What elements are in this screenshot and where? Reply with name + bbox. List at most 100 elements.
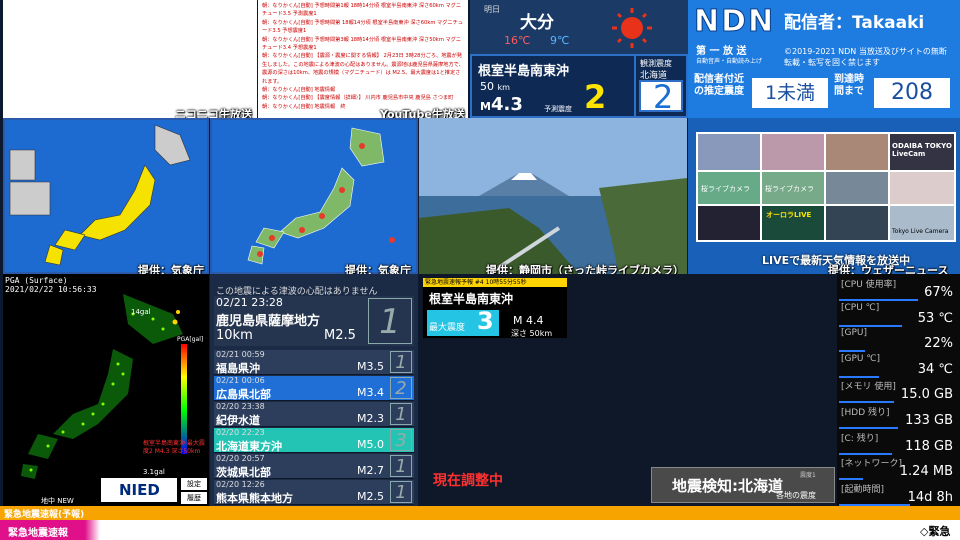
japan-map-green (212, 120, 416, 272)
chat-log: 朝：なりかくん[自動] 予想時間第1報 18時14分頃 根室半島南東沖 深さ60… (258, 0, 468, 118)
pga-top-gal: 14gal (131, 308, 151, 316)
ticker-tab: 緊急地震速報 (8, 528, 68, 539)
quake-row[interactable]: 02/20 12:26 熊本県熊本地方 M2.5 1 (214, 480, 414, 505)
quake-date: 02/20 12:26 (216, 480, 265, 489)
news-tile-3[interactable] (826, 134, 888, 170)
quake-place: 福島県沖 (216, 362, 260, 375)
latest-date: 02/21 23:28 (216, 296, 283, 309)
ndn-tagline: 自動音声・自動読み上げ (696, 58, 763, 65)
news-tile-aurora[interactable]: オーロラLIVE (762, 206, 824, 240)
settings-button[interactable]: 設定 (181, 478, 207, 490)
news-tile-2[interactable] (762, 134, 824, 170)
eew-mag-line: M4.3 (480, 94, 523, 115)
stat-row: [起動時間] 14d 8h (839, 481, 957, 506)
chat-line: 朝：なりかくん[自動] 予想時間第1報 18時14分頃 根室半島南東沖 深さ60… (262, 3, 462, 18)
quake-row[interactable]: 02/20 23:38 紀伊水道 M2.3 1 (214, 402, 414, 427)
eew-summary-panel: 根室半島南東沖 50 km M4.3 予測震度 2 観測震度 北海道 2 (470, 54, 688, 118)
stat-label: [C: 残り] (841, 433, 879, 444)
news-tile-tokyo[interactable]: Tokyo Live Camera (890, 206, 954, 240)
arrival-value: 208 (874, 78, 950, 108)
news-tile-sakura-1-label: 桜ライブカメラ (701, 185, 750, 193)
stat-row: [CPU 使用率] 67% (839, 276, 957, 302)
chat-line: 朝：なりかくん[自動] 予想時間第3報 18時14分頃 根室半島南東沖 深さ50… (262, 36, 462, 52)
eew-max-value: 3 (477, 307, 494, 335)
weather-city: 大分 (520, 13, 554, 33)
latest-mag: M2.5 (324, 328, 356, 343)
stat-label: [HDD 残り] (841, 408, 890, 418)
estimated-intensity-label: 配信者付近の推定震度 (694, 74, 744, 97)
eew-pred-label: 予測震度 (544, 105, 572, 113)
quake-row[interactable]: 02/20 22:23 北海道東方沖 M5.0 3 (214, 428, 414, 453)
eew-region: 根室半島南東沖 (478, 64, 570, 79)
news-tile-6[interactable] (890, 172, 954, 204)
sun-icon (612, 8, 652, 48)
eew-card: 緊急地震速報予報 #4 10時55分55秒 根室半島南東沖 最大震度 3 M 4… (423, 278, 567, 338)
stat-value: 14d 8h (907, 489, 953, 505)
pga-bottom-gal: 3.1gal (143, 468, 165, 476)
stat-value: 67% (924, 285, 953, 300)
quake-row[interactable]: 02/21 00:06 広島県北部 M3.4 2 (214, 376, 414, 401)
quake-mag: M2.3 (357, 412, 384, 425)
news-tile-aurora-label: オーロラLIVE (766, 211, 812, 219)
detect-sub: 各地の震度 (776, 491, 816, 500)
news-tile-tokyo-label: Tokyo Live Camera (892, 228, 949, 235)
news-tile-odaiba[interactable]: ODAIBA TOKYO LiveCam (890, 134, 954, 170)
eew-card-mag: M 4.4 (513, 314, 544, 327)
quake-mag: M3.5 (357, 360, 384, 373)
copyright-text: ©2019-2021 NDN 当放送及びサイトの無断転載・転写を固く禁じます (784, 47, 947, 67)
quake-place: 紀伊水道 (216, 414, 260, 427)
stat-row: [GPU ℃] 34 ℃ (839, 353, 957, 379)
ndn-subtitle: 第 一 放 送 (696, 46, 747, 57)
news-tile-sakura-1[interactable]: 桜ライブカメラ (698, 172, 760, 204)
nied-logo: NIED (101, 478, 177, 502)
quake-place: 北海道東方沖 (216, 440, 282, 453)
news-tile-sakura-2[interactable]: 桜ライブカメラ (762, 172, 824, 204)
quake-place: 広島県北部 (216, 388, 271, 401)
live-camera-view (419, 118, 687, 274)
stat-value: 53 ℃ (917, 310, 953, 326)
system-stats-panel: [CPU 使用率] 67% [CPU ℃] 53 ℃ [GPU] 22% [GPU ℃] 34… (837, 274, 960, 506)
news-tile-5[interactable] (826, 172, 888, 204)
quake-shindo: 1 (390, 481, 412, 503)
quake-mag: M2.7 (357, 464, 384, 477)
quake-row[interactable]: 02/21 00:59 福島県沖 M3.5 1 (214, 350, 414, 375)
news-tile-7[interactable] (698, 206, 760, 240)
ticker-tab-bg: 緊急地震速報 (0, 520, 100, 540)
news-tile-1[interactable] (698, 134, 760, 170)
stat-label: [GPU ℃] (841, 353, 880, 364)
latest-quake-card: 02/21 23:28 鹿児島県薩摩地方 10km M2.5 1 (214, 296, 414, 346)
eew-depth-line: 50 km (480, 80, 510, 93)
news-tile-sakura-2-label: 桜ライブカメラ (765, 185, 814, 193)
quake-date: 02/20 23:38 (216, 402, 265, 411)
stat-value: 1.24 MB (899, 464, 953, 480)
news-tile-grid: ODAIBA TOKYO LiveCam 桜ライブカメラ 桜ライブカメラ オーロ… (696, 132, 956, 242)
weather-panel: 明日 大分 16℃ 9℃ (470, 0, 688, 54)
stat-label: [CPU 使用率] (841, 280, 897, 290)
quake-place: 熊本県熊本地方 (216, 492, 293, 505)
eew-max-label: 最大震度 (429, 323, 466, 333)
nied-logo-text: NIED (119, 481, 160, 499)
stat-value: 34 ℃ (917, 361, 953, 377)
eew-card-region: 根室半島南東沖 (429, 292, 514, 306)
eew-status-bar: 緊急地震速報(予報) (0, 506, 960, 520)
quake-row[interactable]: 02/20 20:57 茨城県北部 M2.7 1 (214, 454, 414, 479)
latest-depth: 10km (216, 328, 253, 343)
ndn-broadcast-panel: NDN 第 一 放 送 自動音声・自動読み上げ 配信者：Takaaki ©201… (688, 0, 960, 118)
weather-low: 9℃ (550, 34, 570, 47)
eew-card-header: 緊急地震速報予報 #4 10時55分55秒 (423, 278, 567, 287)
eew-observed-box: 観測震度 北海道 2 (634, 56, 686, 116)
stat-row: [C: 残り] 118 GB (839, 430, 957, 456)
adjusting-text: 現在調整中 (433, 473, 503, 489)
eew-detail-panel: 緊急地震速報予報 #4 10時55分55秒 根室半島南東沖 最大震度 3 M 4… (419, 274, 837, 506)
weather-high: 16℃ (504, 34, 531, 47)
quake-date: 02/20 20:57 (216, 454, 265, 463)
stat-label: [CPU ℃] (841, 302, 880, 313)
detect-text: 地震検知:北海道 (672, 477, 783, 495)
quake-mag: M5.0 (357, 438, 384, 451)
ticker-bar: 緊急地震速報 ◇緊急 (0, 520, 960, 540)
chat-line: 朝：なりかくん[自動] 予想時間第 18報14分頃 根室半島南東沖 深さ60km… (262, 19, 463, 35)
stat-value: 118 GB (905, 438, 953, 454)
history-button[interactable]: 履歴 (181, 492, 207, 504)
news-tile-9[interactable] (826, 206, 888, 240)
stat-row: [HDD 残り] 133 GB (839, 404, 957, 430)
